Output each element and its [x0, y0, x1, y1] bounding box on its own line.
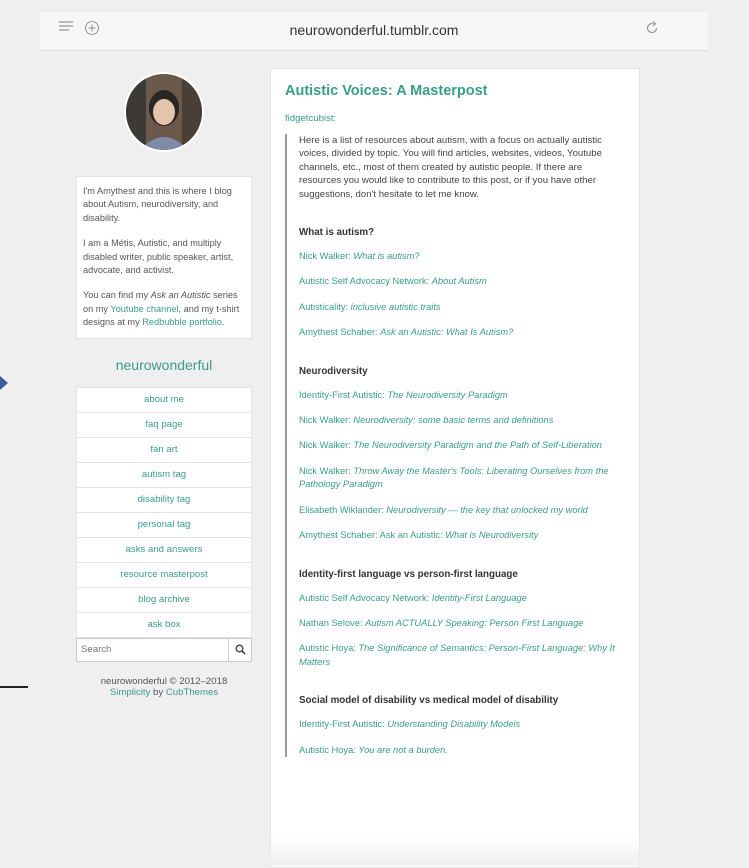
nav-resource-masterpost[interactable]: resource masterpost [76, 561, 252, 587]
resource-author: Autisticality: [299, 301, 351, 312]
sidebar-nav: about me faq page fan art autism tag dis… [76, 386, 252, 638]
resource-section: Neurodiversity Identity-First Autistic: T… [299, 366, 621, 543]
resource-author: Autistic Self Advocacy Network: [299, 592, 432, 603]
search-icon [235, 644, 246, 655]
resource-author: Amythest Schaber: Ask an Autistic: [299, 530, 446, 541]
resource-title: The Neurodiversity Paradigm and the Path… [353, 440, 602, 451]
address-bar[interactable]: neurowonderful.tumblr.com [40, 22, 708, 38]
youtube-link[interactable]: Youtube channel [110, 304, 178, 314]
sidebar: I'm Amythest and this is where I blog ab… [76, 68, 252, 698]
avatar[interactable] [124, 72, 204, 152]
bio-description: I am a Métis, Autistic, and multiply dis… [83, 238, 234, 276]
resource-title: Neurodiversity: some basic terms and def… [353, 415, 554, 426]
resource-link[interactable]: Nick Walker: The Neurodiversity Paradigm… [299, 439, 621, 452]
resource-title: You are not a burden. [358, 744, 448, 755]
resource-title: inclusive autistic traits [350, 301, 441, 312]
nav-faq-page[interactable]: faq page [76, 411, 252, 437]
resource-author: Nick Walker: [299, 415, 354, 426]
post-body: Here is a list of resources about autism… [285, 134, 625, 757]
search-input[interactable] [77, 638, 228, 661]
resource-link[interactable]: Autistic Hoya: The Significance of Seman… [299, 642, 621, 669]
nav-disability-tag[interactable]: disability tag [76, 486, 252, 512]
bio-box: I'm Amythest and this is where I blog ab… [76, 176, 252, 339]
resource-title: Identity-First Language [431, 592, 527, 603]
resource-title: The Neurodiversity Paradigm [387, 389, 508, 400]
nav-asks-and-answers[interactable]: asks and answers [76, 536, 252, 562]
resource-author: Nick Walker: [299, 251, 354, 262]
resource-author: Elisabeth Wiklander: [299, 504, 387, 515]
nav-ask-box[interactable]: ask box [76, 611, 252, 638]
bottom-fade [0, 836, 749, 866]
nav-about-me[interactable]: about me [76, 386, 252, 412]
resource-author: Identity-First Autistic: [299, 389, 388, 400]
copyright: neurowonderful © 2012–2018 [100, 675, 228, 687]
nav-personal-tag[interactable]: personal tag [76, 511, 252, 537]
search-button[interactable] [228, 638, 251, 661]
footer: neurowonderful © 2012–2018 Simplicity by… [76, 676, 252, 698]
browser-toolbar: neurowonderful.tumblr.com [40, 12, 708, 51]
resource-author: Autistic Self Advocacy Network: [299, 276, 432, 287]
resource-title: Ask an Autistic: What Is Autism? [380, 327, 514, 338]
section-heading: What is autism? [299, 227, 375, 239]
section-heading: Neurodiversity [299, 365, 368, 377]
reblog-source[interactable]: fidgetcubist: [285, 113, 625, 124]
resource-title: What is Neurodiversity [445, 530, 539, 541]
nav-fan-art[interactable]: fan art [76, 436, 252, 462]
resource-title: Neurodiversity — the key that unlocked m… [386, 504, 588, 515]
resource-author: Identity-First Autistic: [299, 719, 388, 730]
resource-author: Nick Walker: [299, 465, 354, 476]
resource-section: Identity-first language vs person-first … [299, 569, 621, 670]
resource-author: Autistic Hoya: [299, 643, 359, 654]
divider [0, 686, 28, 688]
post-title[interactable]: Autistic Voices: A Masterpost [285, 83, 625, 99]
resource-link[interactable]: Autistic Hoya: You are not a burden. [299, 744, 621, 757]
resource-link[interactable]: Autistic Self Advocacy Network: About Au… [299, 275, 621, 288]
resource-title: About Autism [431, 276, 487, 287]
resource-link[interactable]: Amythest Schaber: Ask an Autistic: What … [299, 326, 621, 339]
resource-title: Understanding Disability Models [387, 719, 521, 730]
theme-link[interactable]: Simplicity [110, 687, 151, 698]
redbubble-link[interactable]: Redbubble portfolio [142, 317, 222, 327]
reload-icon[interactable] [644, 20, 660, 42]
resource-link[interactable]: Identity-First Autistic: Understanding D… [299, 718, 621, 731]
section-heading: Social model of disability vs medical mo… [299, 695, 559, 707]
search-bar [76, 637, 252, 662]
resource-section: Social model of disability vs medical mo… [299, 695, 621, 757]
resource-author: Autistic Hoya: [299, 744, 359, 755]
post: Autistic Voices: A Masterpost fidgetcubi… [270, 68, 640, 868]
bio-links: You can find my Ask an Autistic series o… [83, 290, 240, 328]
resource-link[interactable]: Identity-First Autistic: The Neurodivers… [299, 389, 621, 402]
resource-link[interactable]: Nathan Selove: Autism ACTUALLY Speaking:… [299, 617, 621, 630]
resource-author: Nathan Selove: [299, 617, 366, 628]
resource-link[interactable]: Nick Walker: Throw Away the Master's Too… [299, 465, 621, 492]
resource-title: Autism ACTUALLY Speaking: Person First L… [365, 617, 584, 628]
nav-blog-archive[interactable]: blog archive [76, 586, 252, 612]
side-arrow-icon [0, 376, 8, 390]
resource-sections: What is autism? Nick Walker: What is auti… [299, 227, 621, 757]
bio-intro: I'm Amythest and this is where I blog ab… [83, 186, 232, 223]
resource-link[interactable]: Nick Walker: Neurodiversity: some basic … [299, 414, 621, 427]
resource-title: What is autism? [353, 251, 420, 262]
resource-link[interactable]: Autisticality: inclusive autistic traits [299, 301, 621, 314]
resource-author: Nick Walker: [299, 440, 354, 451]
resource-link[interactable]: Autistic Self Advocacy Network: Identity… [299, 592, 621, 605]
blog-name[interactable]: neurowonderful [76, 357, 252, 373]
resource-link[interactable]: Nick Walker: What is autism? [299, 250, 621, 263]
resource-link[interactable]: Elisabeth Wiklander: Neurodiversity — th… [299, 504, 621, 517]
nav-autism-tag[interactable]: autism tag [76, 461, 252, 487]
post-intro: Here is a list of resources about autism… [299, 135, 602, 200]
section-heading: Identity-first language vs person-first … [299, 568, 518, 580]
resource-link[interactable]: Amythest Schaber: Ask an Autistic: What … [299, 529, 621, 542]
resource-author: Amythest Schaber: [299, 327, 381, 338]
resource-section: What is autism? Nick Walker: What is auti… [299, 227, 621, 340]
theme-author-link[interactable]: CubThemes [166, 687, 218, 698]
